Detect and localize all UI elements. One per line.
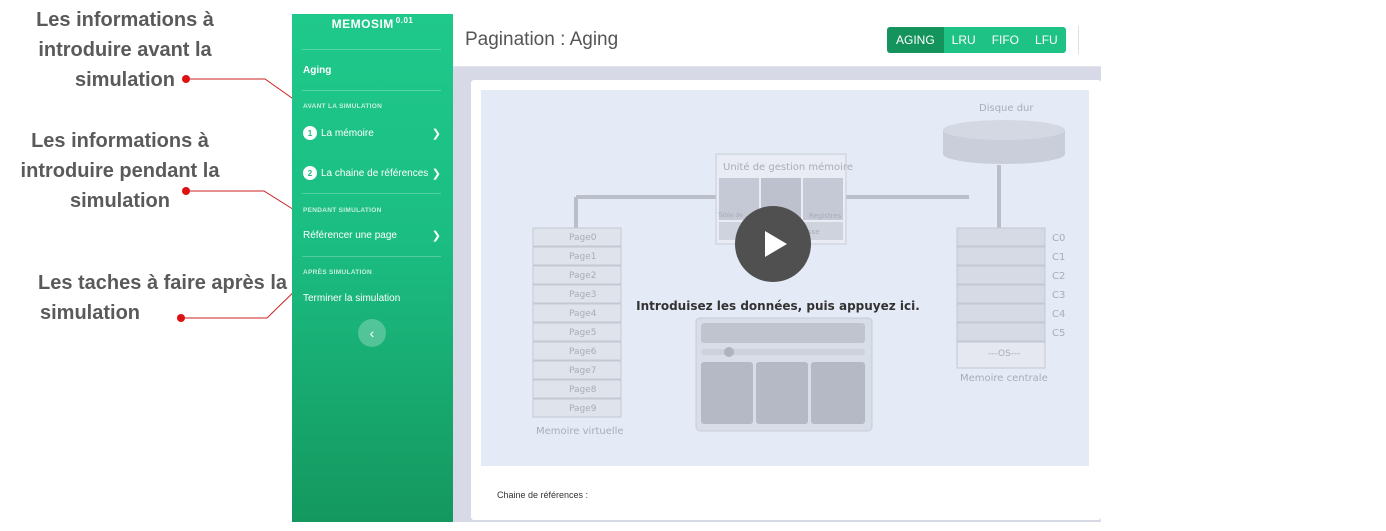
sidebar-item-reference-chain[interactable]: 2 La chaine de références ❯ [303, 166, 443, 180]
algorithm-button-lru[interactable]: LRU [943, 27, 984, 53]
sidebar-divider [302, 193, 441, 194]
mmu-label: Unité de gestion mémoire [723, 162, 853, 173]
sidebar-item-label: La chaine de références [321, 167, 429, 179]
annotation-line: simulation [69, 190, 170, 212]
simulation-card: Disque dur Unité de gestion mémoire Tabl… [471, 80, 1101, 520]
frame-label: C1 [1052, 252, 1066, 263]
brand-name: MEMOSIM [331, 17, 394, 31]
app-window: MEMOSIM 0.01 Aging AVANT LA SIMULATION 1 … [292, 14, 1101, 522]
virtual-page-label: Page7 [569, 366, 597, 376]
section-heading-after: APRÈS SIMULATION [303, 269, 372, 276]
chevron-right-icon: ❯ [431, 127, 441, 140]
disk-label: Disque dur [979, 103, 1034, 114]
virtual-page-label: Page5 [569, 328, 597, 338]
step-number-badge: 1 [303, 126, 317, 140]
simulation-area[interactable]: Disque dur Unité de gestion mémoire Tabl… [481, 90, 1089, 466]
frame-label: C0 [1052, 233, 1066, 244]
sidebar-divider [302, 90, 441, 91]
virtual-page-label: Page0 [569, 233, 597, 243]
intro-instruction: Introduisez les données, puis appuyez ic… [636, 299, 920, 313]
annotation-line: simulation [40, 302, 141, 324]
annotation-during-simulation: Les informations à introduire pendant la… [8, 126, 232, 216]
header-divider [1078, 26, 1079, 54]
play-icon [765, 231, 787, 257]
virtual-page-label: Page6 [569, 347, 597, 357]
annotation-line: introduire avant la [38, 39, 212, 61]
frame-label: C2 [1052, 271, 1066, 282]
sidebar-item-memory[interactable]: 1 La mémoire ❯ [303, 126, 443, 140]
annotation-after-simulation: Les taches à faire après la simulation [38, 268, 290, 328]
algorithm-button-fifo[interactable]: FIFO [983, 27, 1028, 53]
annotation-line: Les informations à [36, 9, 214, 31]
sidebar-collapse-button[interactable]: ‹ [358, 319, 386, 347]
sidebar-item-reference-page[interactable]: Référencer une page ❯ [303, 230, 443, 242]
brand: MEMOSIM 0.01 [292, 14, 453, 31]
reference-chain-label: Chaine de références : [497, 490, 589, 500]
annotation-before-simulation: Les informations à introduire avant la s… [18, 5, 232, 95]
central-memory-column [956, 227, 1046, 369]
frame-slot [956, 227, 1046, 247]
frame-label: C5 [1052, 328, 1066, 339]
step-number-badge: 2 [303, 166, 317, 180]
annotation-line: Les informations à [31, 130, 209, 152]
annotation-line: introduire pendant la [20, 160, 220, 182]
algorithm-button-aging[interactable]: AGING [887, 27, 944, 53]
sidebar-item-aging[interactable]: Aging [303, 65, 443, 76]
virtual-page-label: Page2 [569, 271, 597, 281]
page-header: Pagination : Aging AGING LRU FIFO LFU [453, 14, 1101, 67]
mmu-part-label: Registres [809, 212, 842, 220]
chevron-left-icon: ‹ [369, 325, 375, 341]
algorithm-selector: AGING LRU FIFO LFU [887, 27, 1066, 53]
central-memory-label: Memoire centrale [960, 373, 1048, 384]
annotation-line: simulation [74, 69, 175, 91]
chevron-right-icon: ❯ [431, 230, 441, 242]
sidebar: MEMOSIM 0.01 Aging AVANT LA SIMULATION 1 … [292, 14, 453, 522]
sidebar-item-label: Aging [303, 65, 332, 76]
virtual-page-label: Page1 [569, 252, 597, 262]
sidebar-divider [302, 49, 441, 50]
disk-shape [943, 120, 1065, 164]
sidebar-item-finish-simulation[interactable]: Terminer la simulation [303, 293, 443, 304]
frame-slot [956, 265, 1046, 285]
sidebar-divider [302, 256, 441, 257]
section-heading-before: AVANT LA SIMULATION [303, 103, 383, 110]
frame-slot [956, 246, 1046, 266]
algorithm-button-lfu[interactable]: LFU [1027, 27, 1066, 53]
os-label: ---OS--- [988, 349, 1021, 359]
virtual-page-label: Page8 [569, 385, 597, 395]
section-heading-during: PENDANT SIMULATION [303, 207, 382, 214]
form-preview [695, 317, 873, 432]
main-content: Pagination : Aging AGING LRU FIFO LFU Di… [453, 14, 1101, 522]
virtual-memory-label: Memoire virtuelle [536, 426, 624, 437]
frame-slot [956, 322, 1046, 342]
play-button[interactable] [735, 206, 811, 282]
virtual-page-label: Page9 [569, 404, 597, 414]
sidebar-item-label: La mémoire [321, 127, 374, 139]
sidebar-item-label: Référencer une page [303, 230, 397, 241]
sidebar-item-label: Terminer la simulation [303, 293, 401, 304]
page-title: Pagination : Aging [465, 29, 619, 50]
chevron-right-icon: ❯ [431, 167, 441, 180]
annotation-line: Les taches à faire après la [38, 272, 288, 294]
brand-version: 0.01 [395, 16, 414, 25]
